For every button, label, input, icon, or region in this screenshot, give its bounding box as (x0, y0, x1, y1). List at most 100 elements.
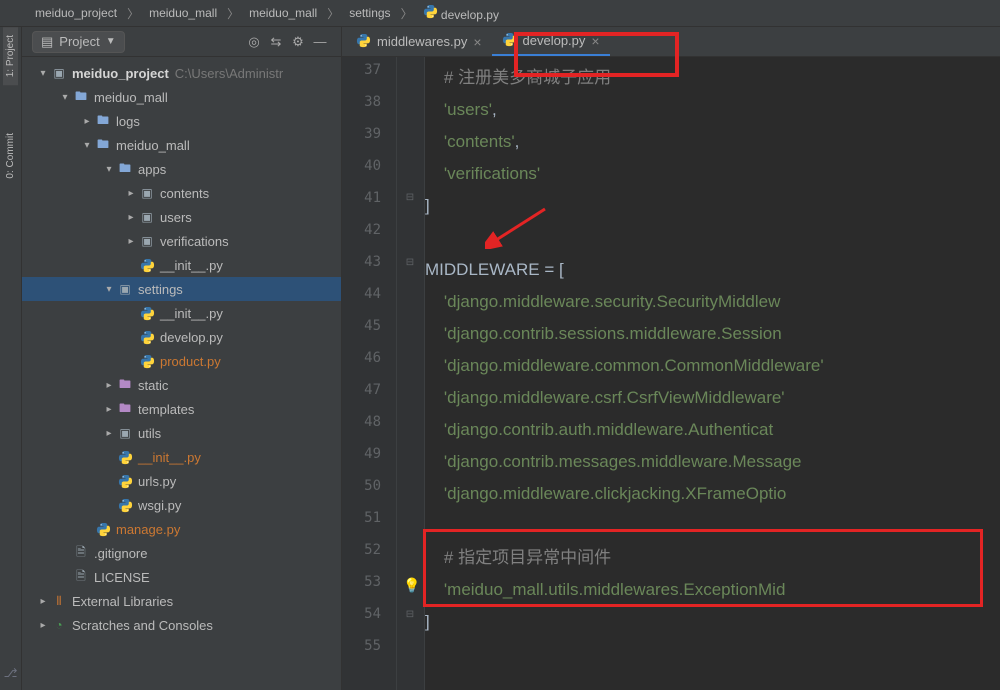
code-line[interactable]: 'django.middleware.csrf.CsrfViewMiddlewa… (425, 382, 1000, 414)
tree-icon: 🖿 (94, 135, 112, 156)
tree-arrow-icon[interactable]: ▸ (102, 426, 116, 440)
code-line[interactable] (425, 510, 1000, 542)
tree-node[interactable]: ▸🖿logs (22, 109, 341, 133)
tree-label: __init__.py (138, 450, 201, 465)
tree-arrow-icon[interactable]: ▾ (80, 138, 94, 152)
breadcrumb-item[interactable]: settings (344, 6, 395, 20)
tree-arrow-icon[interactable]: ▸ (124, 210, 138, 224)
tree-arrow-icon[interactable]: ▾ (102, 282, 116, 296)
tree-node[interactable]: wsgi.py (22, 493, 341, 517)
tree-node[interactable]: 🗎.gitignore (22, 541, 341, 565)
code-line[interactable]: # 指定项目异常中间件 (425, 542, 1000, 574)
tree-arrow-icon[interactable]: ▸ (102, 402, 116, 416)
tree-node[interactable]: ▸▣utils (22, 421, 341, 445)
fold-close-icon[interactable]: ⊟ (405, 192, 415, 203)
commit-tool-tab[interactable]: 0: Commit (3, 125, 18, 187)
tree-arrow-icon[interactable] (80, 522, 94, 536)
tree-node[interactable]: ▸◔Scratches and Consoles (22, 613, 341, 637)
tree-arrow-icon[interactable]: ▸ (102, 378, 116, 392)
tree-arrow-icon[interactable]: ▸ (36, 618, 50, 632)
tree-arrow-icon[interactable] (58, 570, 72, 584)
breadcrumb-item[interactable]: meiduo_mall (244, 6, 322, 20)
tree-node[interactable]: urls.py (22, 469, 341, 493)
vcs-icon[interactable]: ⎇ (4, 666, 18, 680)
tree-node[interactable]: ▾▣meiduo_projectC:\Users\Administr (22, 61, 341, 85)
tree-arrow-icon[interactable]: ▾ (58, 90, 72, 104)
tree-node[interactable]: ▾🖿apps (22, 157, 341, 181)
tree-arrow-icon[interactable] (58, 546, 72, 560)
line-number: 45 (342, 318, 396, 350)
gear-icon[interactable]: ⚙ (287, 31, 309, 53)
code-line[interactable]: 'contents', (425, 126, 1000, 158)
code-line[interactable]: 'django.contrib.messages.middleware.Mess… (425, 446, 1000, 478)
project-view-selector[interactable]: ▤ Project ▼ (32, 31, 125, 53)
tree-node[interactable]: ▾🖿meiduo_mall (22, 85, 341, 109)
tree-arrow-icon[interactable]: ▸ (124, 186, 138, 200)
tree-icon: ▣ (116, 426, 134, 440)
tree-arrow-icon[interactable] (124, 306, 138, 320)
editor-tab[interactable]: develop.py× (492, 28, 610, 56)
breadcrumb-sep: 〉 (322, 5, 344, 22)
tree-arrow-icon[interactable]: ▾ (102, 162, 116, 176)
tree-label: static (138, 378, 168, 393)
editor-area: middlewares.py×develop.py× 3738394041424… (342, 27, 1000, 690)
tree-arrow-icon[interactable]: ▾ (36, 66, 50, 80)
editor-tab[interactable]: middlewares.py× (346, 28, 492, 56)
tree-node[interactable]: ▸🖿static (22, 373, 341, 397)
code-line[interactable]: MIDDLEWARE = [ (425, 254, 1000, 286)
tree-node[interactable]: __init__.py (22, 253, 341, 277)
code-line[interactable]: 'django.contrib.auth.middleware.Authenti… (425, 414, 1000, 446)
tree-arrow-icon[interactable]: ▸ (36, 594, 50, 608)
tree-node[interactable]: ▸⫴External Libraries (22, 589, 341, 613)
code-content[interactable]: # 注册美多商城子应用 'users', 'contents', 'verifi… (425, 57, 1000, 690)
tree-arrow-icon[interactable] (102, 474, 116, 488)
intention-bulb-icon[interactable]: 💡 (403, 577, 420, 594)
tree-node[interactable]: ▾▣settings (22, 277, 341, 301)
code-line[interactable]: 'django.middleware.clickjacking.XFrameOp… (425, 478, 1000, 510)
locate-icon[interactable]: ◎ (243, 31, 265, 53)
tree-label: contents (160, 186, 209, 201)
breadcrumb-item[interactable]: meiduo_mall (144, 6, 222, 20)
close-icon[interactable]: × (591, 33, 599, 49)
tree-node[interactable]: ▸▣users (22, 205, 341, 229)
breadcrumb-item[interactable]: meiduo_project (30, 6, 122, 20)
code-line[interactable]: 'users', (425, 94, 1000, 126)
tree-arrow-icon[interactable]: ▸ (124, 234, 138, 248)
tree-arrow-icon[interactable] (102, 450, 116, 464)
tree-node[interactable]: product.py (22, 349, 341, 373)
tree-arrow-icon[interactable] (102, 498, 116, 512)
tree-arrow-icon[interactable] (124, 354, 138, 368)
code-line[interactable]: 'verifications' (425, 158, 1000, 190)
tree-node[interactable]: ▸▣contents (22, 181, 341, 205)
tree-node[interactable]: 🗎LICENSE (22, 565, 341, 589)
code-line[interactable]: 'django.middleware.security.SecurityMidd… (425, 286, 1000, 318)
hide-icon[interactable]: — (309, 31, 331, 53)
close-icon[interactable]: × (473, 34, 481, 50)
fold-open-icon[interactable]: ⊟ (405, 257, 415, 268)
tree-node[interactable]: ▸▣verifications (22, 229, 341, 253)
tree-node[interactable]: ▾🖿meiduo_mall (22, 133, 341, 157)
tree-node[interactable]: __init__.py (22, 301, 341, 325)
code-line[interactable]: 'django.contrib.sessions.middleware.Sess… (425, 318, 1000, 350)
tree-node[interactable]: manage.py (22, 517, 341, 541)
project-tool-tab[interactable]: 1: Project (3, 27, 18, 85)
expand-icon[interactable]: ⇆ (265, 31, 287, 53)
code-line[interactable]: 'meiduo_mall.utils.middlewares.Exception… (425, 574, 1000, 606)
code-editor[interactable]: 37383940414243444546474849505152535455 ⊟… (342, 57, 1000, 690)
tree-label: __init__.py (160, 258, 223, 273)
tree-node[interactable]: __init__.py (22, 445, 341, 469)
tree-arrow-icon[interactable] (124, 330, 138, 344)
code-line[interactable] (425, 638, 1000, 670)
tree-node[interactable]: ▸🖿templates (22, 397, 341, 421)
tree-label: develop.py (160, 330, 223, 345)
code-line[interactable]: # 注册美多商城子应用 (425, 62, 1000, 94)
tree-label: External Libraries (72, 594, 173, 609)
tree-arrow-icon[interactable]: ▸ (80, 114, 94, 128)
tree-arrow-icon[interactable] (124, 258, 138, 272)
project-tree[interactable]: ▾▣meiduo_projectC:\Users\Administr▾🖿meid… (22, 57, 341, 690)
code-line[interactable]: ] (425, 606, 1000, 638)
breadcrumb-item[interactable]: develop.py (418, 4, 504, 22)
code-line[interactable]: 'django.middleware.common.CommonMiddlewa… (425, 350, 1000, 382)
fold-close-icon[interactable]: ⊟ (405, 609, 415, 620)
tree-node[interactable]: develop.py (22, 325, 341, 349)
